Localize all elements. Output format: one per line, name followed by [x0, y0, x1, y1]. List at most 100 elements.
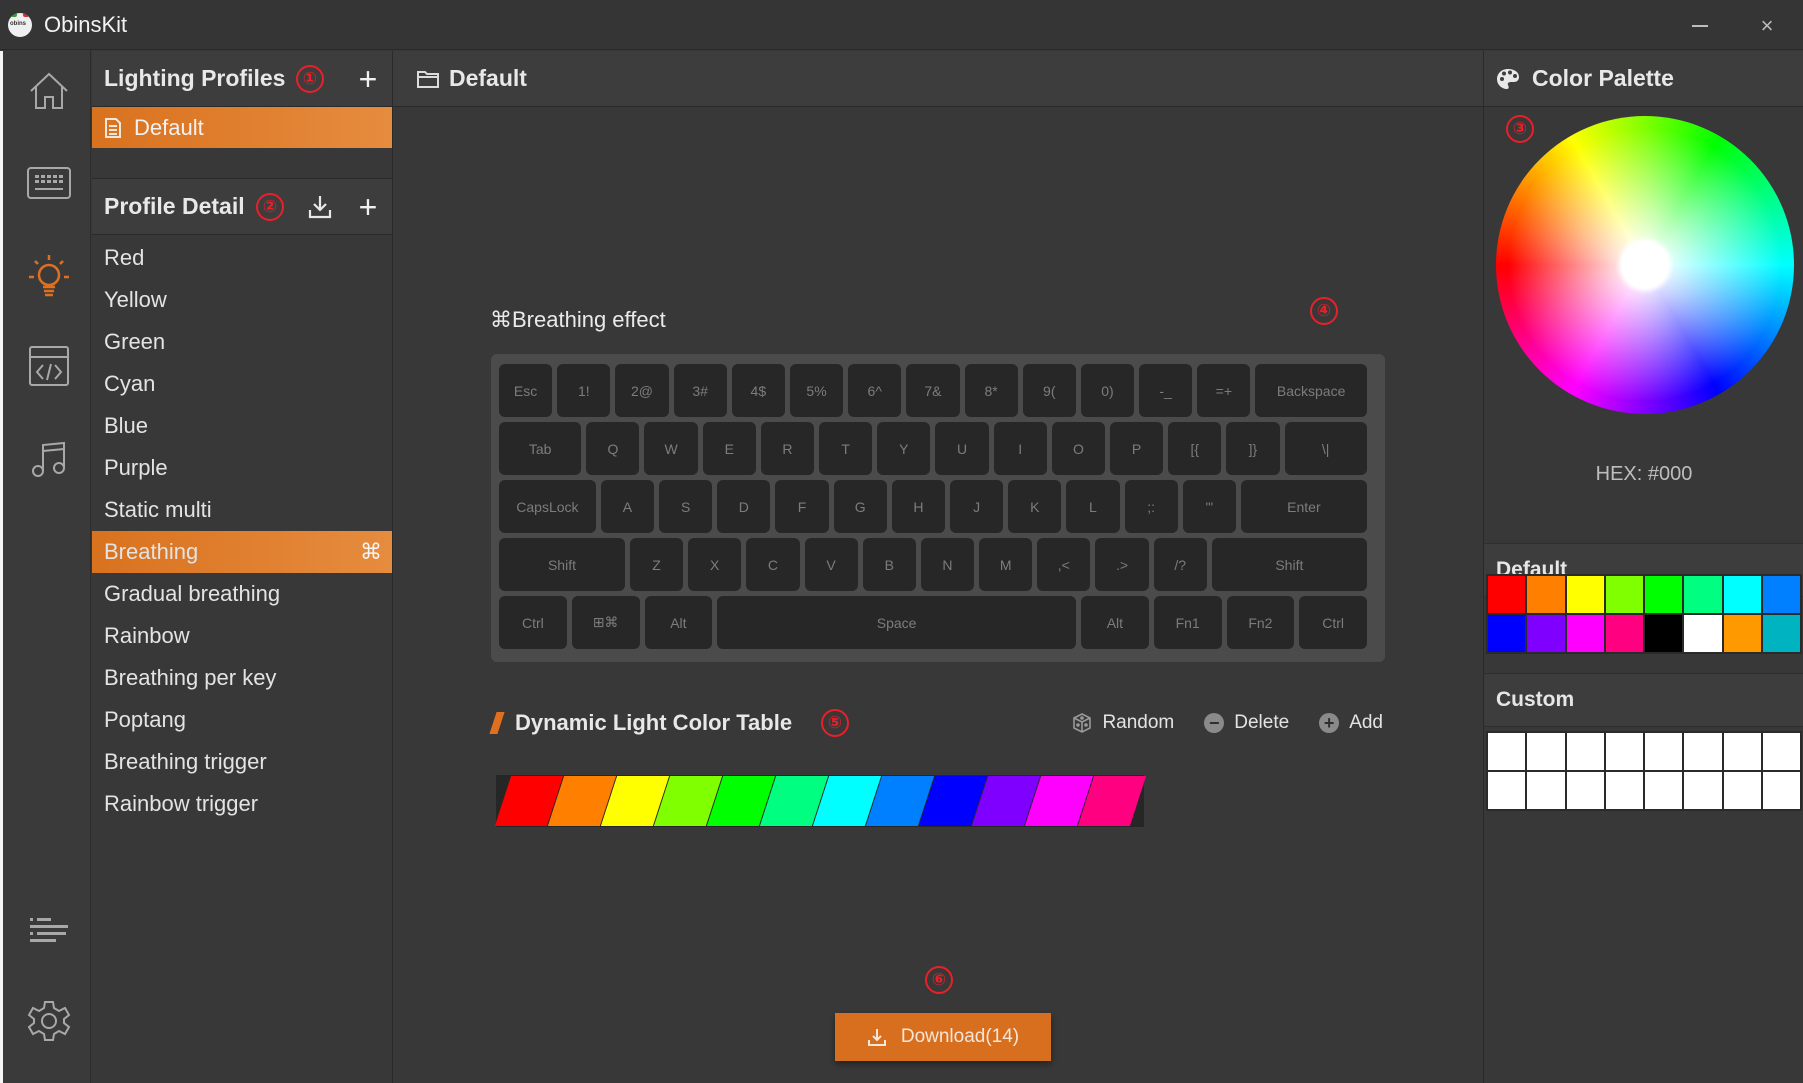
key[interactable]: C — [746, 538, 800, 591]
nav-keyboard[interactable] — [21, 155, 77, 211]
key[interactable]: J — [949, 480, 1004, 533]
key[interactable]: 9( — [1022, 364, 1076, 417]
key[interactable]: 1! — [557, 364, 611, 417]
key[interactable]: /? — [1153, 538, 1207, 591]
key[interactable]: V — [804, 538, 858, 591]
key[interactable]: K — [1008, 480, 1062, 533]
key[interactable]: Tab — [499, 422, 582, 475]
key[interactable]: Z — [629, 538, 684, 591]
nav-settings[interactable] — [21, 993, 77, 1049]
add-profile-button[interactable]: + — [352, 63, 384, 95]
effect-item[interactable]: Cyan — [92, 363, 392, 405]
default-swatch[interactable] — [1684, 615, 1722, 652]
custom-swatch[interactable] — [1527, 733, 1565, 770]
default-swatch[interactable] — [1605, 615, 1643, 652]
custom-swatch[interactable] — [1684, 733, 1722, 770]
key[interactable]: ,< — [1037, 538, 1091, 591]
key[interactable]: ]} — [1226, 422, 1280, 475]
key[interactable]: Q — [586, 422, 640, 475]
key[interactable]: Ctrl — [1299, 596, 1367, 649]
key[interactable]: ;: — [1124, 480, 1178, 533]
custom-swatch[interactable] — [1762, 772, 1800, 809]
default-swatch[interactable] — [1684, 576, 1722, 613]
key[interactable]: R — [760, 422, 815, 475]
key[interactable]: 8* — [964, 364, 1018, 417]
key[interactable]: S — [659, 480, 713, 533]
key[interactable]: E — [702, 422, 756, 475]
default-swatch[interactable] — [1527, 576, 1565, 613]
key[interactable]: Space — [717, 596, 1076, 649]
key[interactable]: T — [819, 422, 873, 475]
key[interactable]: 0) — [1080, 364, 1135, 417]
default-swatch[interactable] — [1645, 615, 1683, 652]
add-effect-button[interactable]: + — [352, 191, 384, 223]
import-button[interactable] — [304, 191, 336, 223]
effect-item[interactable]: Poptang — [92, 699, 392, 741]
key[interactable]: W — [644, 422, 698, 475]
default-swatch[interactable] — [1527, 615, 1565, 652]
key[interactable]: 2@ — [615, 364, 669, 417]
custom-swatch[interactable] — [1645, 772, 1683, 809]
effect-item[interactable]: Rainbow — [92, 615, 392, 657]
custom-swatch[interactable] — [1605, 733, 1643, 770]
effect-item[interactable]: Blue — [92, 405, 392, 447]
effect-item[interactable]: Gradual breathing — [92, 573, 392, 615]
custom-swatch[interactable] — [1566, 733, 1604, 770]
default-swatch[interactable] — [1645, 576, 1683, 613]
key[interactable]: F — [775, 480, 829, 533]
key[interactable]: U — [935, 422, 989, 475]
default-swatch[interactable] — [1488, 615, 1526, 652]
key[interactable]: 7& — [906, 364, 960, 417]
key[interactable]: Shift — [499, 538, 625, 591]
nav-home[interactable] — [21, 63, 77, 119]
key[interactable]: Ctrl — [499, 596, 567, 649]
custom-swatch[interactable] — [1488, 772, 1526, 809]
key[interactable]: 3# — [673, 364, 727, 417]
custom-swatch[interactable] — [1762, 733, 1800, 770]
key[interactable]: P — [1109, 422, 1164, 475]
effect-item[interactable]: Yellow — [92, 279, 392, 321]
download-button[interactable]: Download(14) — [835, 1013, 1051, 1061]
default-swatch[interactable] — [1723, 615, 1761, 652]
custom-swatch[interactable] — [1645, 733, 1683, 770]
key[interactable]: Fn2 — [1226, 596, 1295, 649]
key[interactable]: O — [1051, 422, 1105, 475]
key[interactable]: X — [688, 538, 742, 591]
key[interactable]: 6^ — [848, 364, 902, 417]
delete-color-button[interactable]: − Delete — [1204, 712, 1289, 734]
default-swatch[interactable] — [1605, 576, 1643, 613]
key[interactable]: Alt — [644, 596, 713, 649]
key[interactable]: Enter — [1240, 480, 1367, 533]
key[interactable]: Alt — [1081, 596, 1149, 649]
effect-item[interactable]: Breathing ⌘ — [92, 531, 392, 573]
default-swatch[interactable] — [1762, 615, 1800, 652]
effect-item[interactable]: Purple — [92, 447, 392, 489]
key[interactable]: 4$ — [731, 364, 785, 417]
key[interactable]: Esc — [499, 364, 553, 417]
key[interactable]: G — [833, 480, 887, 533]
effect-item[interactable]: Static multi — [92, 489, 392, 531]
key[interactable]: =+ — [1197, 364, 1251, 417]
key[interactable]: '" — [1182, 480, 1236, 533]
nav-music[interactable] — [21, 430, 77, 486]
close-button[interactable]: × — [1742, 8, 1792, 44]
key[interactable]: Backspace — [1255, 364, 1367, 417]
key[interactable]: L — [1066, 480, 1120, 533]
key[interactable]: .> — [1095, 538, 1149, 591]
custom-swatch[interactable] — [1488, 733, 1526, 770]
key[interactable]: ⊞⌘ — [571, 596, 640, 649]
effect-item[interactable]: Breathing per key — [92, 657, 392, 699]
default-swatch[interactable] — [1566, 615, 1604, 652]
custom-swatch[interactable] — [1566, 772, 1604, 809]
default-swatch[interactable] — [1723, 576, 1761, 613]
custom-swatch[interactable] — [1723, 733, 1761, 770]
default-swatch[interactable] — [1488, 576, 1526, 613]
key[interactable]: Y — [877, 422, 931, 475]
key[interactable]: Fn1 — [1153, 596, 1222, 649]
add-color-button[interactable]: + Add — [1319, 712, 1383, 734]
key[interactable]: A — [600, 480, 655, 533]
custom-swatch[interactable] — [1723, 772, 1761, 809]
profile-item-default[interactable]: Default — [92, 107, 392, 148]
key[interactable]: \| — [1284, 422, 1367, 475]
key[interactable]: H — [891, 480, 945, 533]
